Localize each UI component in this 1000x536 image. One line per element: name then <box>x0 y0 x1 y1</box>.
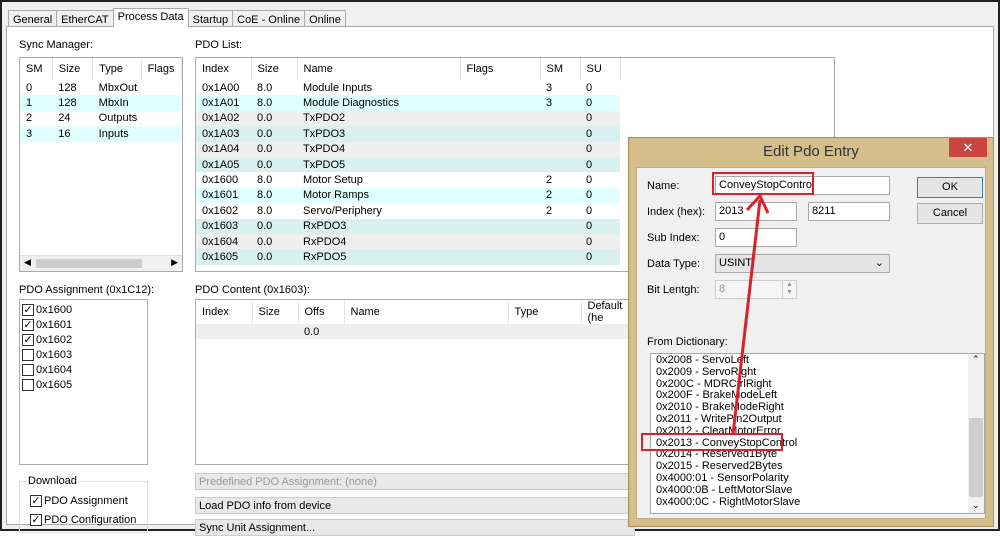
tab-process-data[interactable]: Process Data <box>112 8 189 27</box>
red-arrow <box>731 193 770 435</box>
